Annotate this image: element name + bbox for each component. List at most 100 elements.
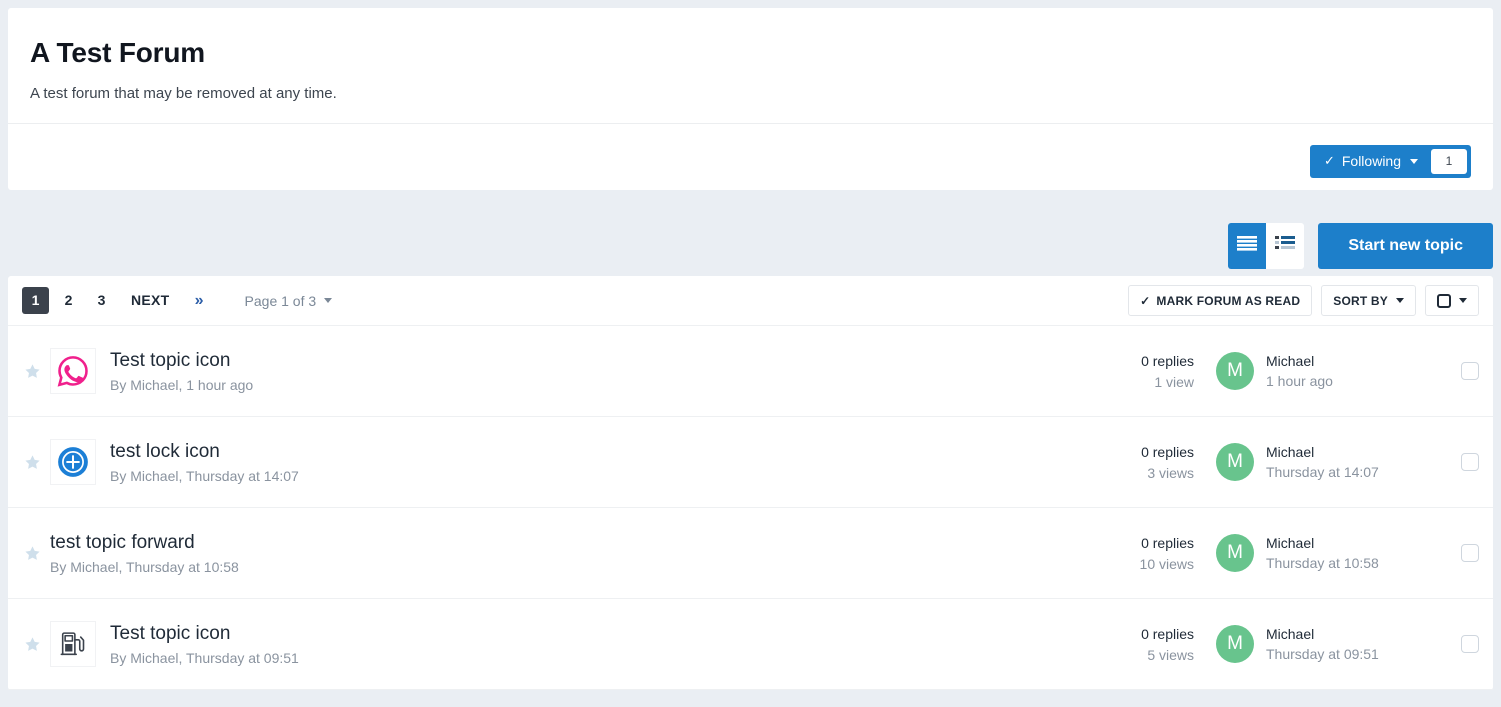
topic-stats: 0 replies 3 views — [1066, 444, 1216, 481]
mark-forum-as-read-button[interactable]: ✓ MARK FORUM AS READ — [1128, 285, 1313, 316]
reply-count: 0 replies — [1141, 534, 1194, 551]
view-mode-list-button[interactable] — [1228, 222, 1267, 269]
topic-stats: 0 replies 5 views — [1066, 626, 1216, 663]
reply-count: 0 replies — [1141, 443, 1194, 460]
header-actions: ✓ Following 1 — [30, 124, 1471, 178]
start-new-topic-button[interactable]: Start new topic — [1318, 222, 1493, 269]
avatar[interactable]: M — [1216, 534, 1254, 572]
pagination: 1 2 3 NEXT » Page 1 of 3 — [22, 287, 333, 314]
chevron-down-icon — [1459, 298, 1467, 303]
topic-main: test lock icon By Michael, Thursday at 1… — [110, 440, 1066, 485]
favorite-star-icon[interactable] — [24, 454, 50, 471]
topic-title-link[interactable]: Test topic icon — [110, 622, 1066, 646]
check-icon: ✓ — [1140, 293, 1151, 308]
row-select-checkbox[interactable] — [1461, 453, 1479, 471]
row-select-checkbox[interactable] — [1461, 544, 1479, 562]
topic-title-link[interactable]: test topic forward — [50, 531, 1066, 555]
topic-last-poster[interactable]: M Michael Thursday at 10:58 — [1216, 534, 1461, 572]
topic-icon — [50, 439, 96, 485]
author-name[interactable]: Michael — [1266, 353, 1333, 369]
follow-group[interactable]: ✓ Following 1 — [1309, 144, 1471, 178]
check-icon: ✓ — [1323, 153, 1335, 169]
last-post-date: Thursday at 14:07 — [1266, 464, 1379, 480]
table-row[interactable]: test topic forward By Michael, Thursday … — [8, 508, 1493, 599]
next-page-button[interactable]: NEXT — [121, 287, 180, 314]
page-indicator-dropdown[interactable]: Page 1 of 3 — [245, 293, 333, 309]
forum-description: A test forum that may be removed at any … — [30, 84, 337, 102]
page-button-2[interactable]: 2 — [55, 287, 82, 314]
whatsapp-icon — [57, 356, 88, 387]
last-post-date: 1 hour ago — [1266, 373, 1333, 389]
following-button[interactable]: ✓ Following — [1310, 145, 1431, 178]
topic-list-card: 1 2 3 NEXT » Page 1 of 3 ✓ MARK FORUM AS… — [8, 276, 1493, 690]
chevron-down-icon — [1396, 298, 1404, 303]
topic-title-link[interactable]: test lock icon — [110, 440, 1066, 464]
chevron-down-icon — [324, 298, 333, 303]
follower-count-badge[interactable]: 1 — [1431, 148, 1467, 174]
favorite-star-icon[interactable] — [24, 363, 50, 380]
page-indicator-label: Page 1 of 3 — [244, 292, 317, 309]
favorite-star-icon[interactable] — [24, 636, 50, 653]
author-block: Michael 1 hour ago — [1266, 353, 1333, 389]
topic-icon — [50, 621, 96, 667]
author-name[interactable]: Michael — [1266, 626, 1379, 642]
view-count: 10 views — [1139, 555, 1194, 572]
list-header-actions: ✓ MARK FORUM AS READ SORT BY — [1128, 285, 1479, 316]
avatar[interactable]: M — [1216, 625, 1254, 663]
list-toolbar: Start new topic — [0, 190, 1501, 276]
row-select-checkbox[interactable] — [1461, 635, 1479, 653]
view-mode-grid-button[interactable] — [1266, 223, 1304, 269]
topic-list-header: 1 2 3 NEXT » Page 1 of 3 ✓ MARK FORUM AS… — [8, 276, 1493, 326]
topic-meta: By Michael, Thursday at 14:07 — [110, 468, 299, 485]
topic-meta: By Michael, Thursday at 09:51 — [110, 650, 299, 667]
grid-view-icon — [1275, 235, 1296, 256]
table-row[interactable]: Test topic icon By Michael, Thursday at … — [8, 599, 1493, 690]
plus-circle-icon — [58, 447, 88, 477]
topic-last-poster[interactable]: M Michael 1 hour ago — [1216, 352, 1461, 390]
author-name[interactable]: Michael — [1266, 444, 1379, 460]
author-block: Michael Thursday at 09:51 — [1266, 626, 1379, 662]
sort-by-dropdown[interactable]: SORT BY — [1321, 285, 1416, 316]
select-all-dropdown[interactable] — [1425, 285, 1479, 316]
topic-last-poster[interactable]: M Michael Thursday at 14:07 — [1216, 443, 1461, 481]
page-button-3[interactable]: 3 — [88, 287, 115, 314]
view-mode-toggle[interactable] — [1228, 222, 1305, 269]
topic-title-link[interactable]: Test topic icon — [110, 349, 1066, 373]
checkbox-icon — [1437, 293, 1451, 308]
last-page-button[interactable]: » — [186, 287, 213, 314]
author-block: Michael Thursday at 10:58 — [1266, 535, 1379, 571]
author-name[interactable]: Michael — [1266, 535, 1379, 551]
avatar[interactable]: M — [1216, 443, 1254, 481]
page-title: A Test Forum — [30, 37, 205, 68]
topic-icon — [50, 348, 96, 394]
row-select-checkbox[interactable] — [1461, 362, 1479, 380]
page-button-1[interactable]: 1 — [22, 287, 49, 314]
topic-meta: By Michael, 1 hour ago — [110, 377, 254, 394]
table-row[interactable]: Test topic icon By Michael, 1 hour ago 0… — [8, 326, 1493, 417]
author-block: Michael Thursday at 14:07 — [1266, 444, 1379, 480]
mark-forum-as-read-label: MARK FORUM AS READ — [1156, 293, 1301, 308]
favorite-star-icon[interactable] — [24, 545, 50, 562]
reply-count: 0 replies — [1141, 625, 1194, 642]
topic-main: Test topic icon By Michael, Thursday at … — [110, 622, 1066, 667]
fuel-pump-icon — [60, 632, 85, 656]
chevron-down-icon — [1410, 158, 1418, 164]
topic-last-poster[interactable]: M Michael Thursday at 09:51 — [1216, 625, 1461, 663]
last-post-date: Thursday at 09:51 — [1266, 646, 1379, 662]
topic-meta: By Michael, Thursday at 10:58 — [50, 559, 239, 576]
forum-header-card: A Test Forum A test forum that may be re… — [8, 8, 1493, 190]
topic-main: test topic forward By Michael, Thursday … — [50, 531, 1066, 576]
view-count: 1 view — [1154, 373, 1194, 390]
sort-by-label: SORT BY — [1333, 293, 1388, 308]
topic-main: Test topic icon By Michael, 1 hour ago — [110, 349, 1066, 394]
topic-stats: 0 replies 10 views — [1066, 535, 1216, 572]
view-count: 5 views — [1147, 646, 1194, 663]
last-post-date: Thursday at 10:58 — [1266, 555, 1379, 571]
view-count: 3 views — [1147, 464, 1194, 481]
avatar[interactable]: M — [1216, 352, 1254, 390]
topic-stats: 0 replies 1 view — [1066, 353, 1216, 390]
list-view-icon — [1237, 235, 1258, 256]
reply-count: 0 replies — [1141, 352, 1194, 369]
following-label: Following — [1341, 153, 1401, 170]
table-row[interactable]: test lock icon By Michael, Thursday at 1… — [8, 417, 1493, 508]
